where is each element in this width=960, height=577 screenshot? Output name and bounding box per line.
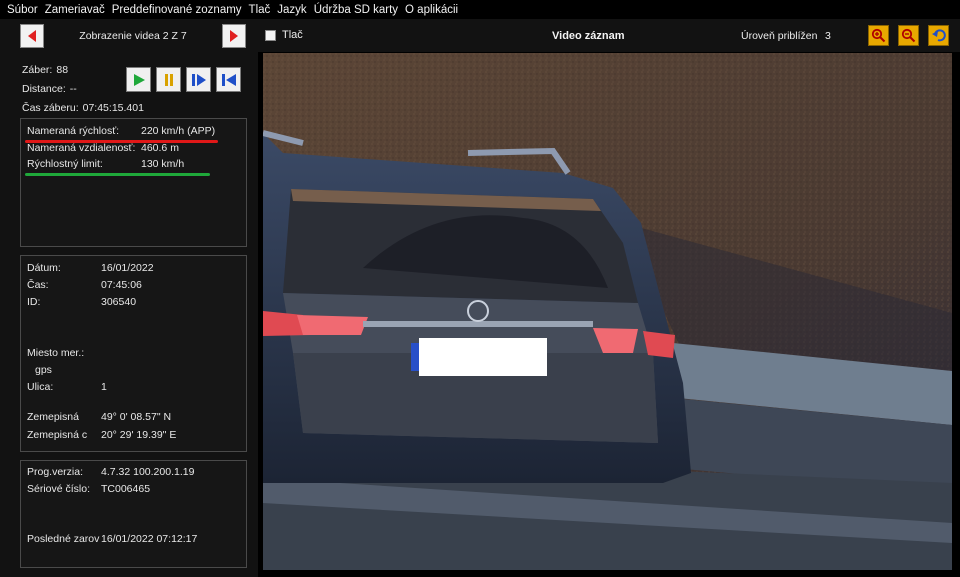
- location-value: gps: [35, 364, 52, 376]
- skip-to-start-icon: [221, 73, 236, 86]
- next-video-button[interactable]: [222, 24, 246, 48]
- print-checkbox[interactable]: [265, 30, 276, 41]
- menu-sd-maintenance[interactable]: Údržba SD karty: [311, 4, 401, 16]
- zoom-level-value: 3: [825, 30, 831, 42]
- video-frame[interactable]: [263, 53, 952, 570]
- step-forward-icon: [191, 73, 206, 86]
- serial-number-label: Sériové číslo:: [27, 483, 91, 495]
- arrow-right-icon: [230, 30, 238, 42]
- date-label: Dátum:: [27, 262, 61, 274]
- measured-distance-label: Nameraná vzdialenosť:: [27, 142, 136, 154]
- skip-to-start-button[interactable]: [216, 67, 241, 92]
- date-value: 16/01/2022: [101, 262, 154, 274]
- menu-sight[interactable]: Zameriavač: [42, 4, 108, 16]
- menu-file[interactable]: Súbor: [4, 4, 41, 16]
- measured-speed-label: Nameraná rýchlosť:: [27, 125, 120, 137]
- serial-number-row: Sériové číslo: TC006465: [27, 483, 150, 495]
- distance-value: --: [69, 83, 77, 95]
- latitude-label: Zemepisná: [27, 411, 79, 423]
- menu-predefined-lists[interactable]: Preddefinované zoznamy: [109, 4, 245, 16]
- last-alignment-label: Posledné zarov: [27, 533, 100, 545]
- id-value: 306540: [101, 296, 137, 308]
- video-toolbar: Tlač Video záznam Úroveň priblížen 3: [258, 19, 960, 52]
- location-label: Miesto mer.:: [27, 347, 85, 359]
- vehicle-image: [263, 53, 952, 570]
- measured-distance-value: 460.6 m: [141, 142, 179, 154]
- print-checkbox-label[interactable]: Tlač: [282, 29, 303, 41]
- zoom-in-button[interactable]: [868, 25, 889, 46]
- frame-label: Záber:: [22, 64, 53, 76]
- menu-about[interactable]: O aplikácii: [402, 4, 461, 16]
- frame-value: 88: [56, 64, 69, 76]
- step-forward-button[interactable]: [186, 67, 211, 92]
- measured-speed-value: 220 km/h (APP): [141, 125, 216, 137]
- latitude-value: 49° 0' 08.57" N: [101, 411, 172, 423]
- zoom-level-label: Úroveň priblížen: [741, 30, 818, 42]
- speed-limit-row: Rýchlostný limit: 130 km/h: [27, 158, 184, 170]
- limit-underline: [25, 173, 210, 176]
- measurement-panel: Nameraná rýchlosť: 220 km/h (APP) Namera…: [20, 118, 247, 247]
- speed-limit-value: 130 km/h: [141, 158, 185, 170]
- distance-label: Distance:: [22, 83, 66, 95]
- speed-limit-label: Rýchlostný limit:: [27, 158, 103, 170]
- program-version-row: Prog.verzia: 4.7.32 100.200.1.19: [27, 466, 194, 478]
- undo-icon: [932, 29, 946, 42]
- zoom-out-icon: [901, 28, 916, 43]
- id-row: ID: 306540: [27, 296, 136, 308]
- prev-video-button[interactable]: [20, 24, 44, 48]
- street-label: Ulica:: [27, 381, 54, 393]
- version-panel: Prog.verzia: 4.7.32 100.200.1.19 Sériové…: [20, 460, 247, 568]
- program-version-value: 4.7.32 100.200.1.19: [101, 466, 195, 478]
- video-counter: Zobrazenie videa 2 Z 7: [79, 30, 187, 42]
- playback-controls: [126, 67, 241, 92]
- play-button[interactable]: [126, 67, 151, 92]
- latitude-row: Zemepisná 49° 0' 08.57" N: [27, 411, 171, 423]
- video-title: Video záznam: [552, 30, 625, 42]
- pause-icon: [164, 73, 173, 86]
- menu-language[interactable]: Jazyk: [274, 4, 309, 16]
- program-version-label: Prog.verzia:: [27, 466, 84, 478]
- video-navigation: Zobrazenie videa 2 Z 7: [18, 24, 248, 48]
- street-value: 1: [101, 381, 107, 393]
- play-icon: [133, 73, 145, 86]
- last-alignment-value: 16/01/2022 07:12:17: [101, 533, 198, 545]
- left-panel: Zobrazenie videa 2 Z 7 Záber: 88 Distance…: [0, 19, 258, 577]
- menu-print[interactable]: Tlač: [246, 4, 274, 16]
- date-row: Dátum: 16/01/2022: [27, 262, 154, 274]
- frame-time-label: Čas záberu:: [22, 102, 79, 114]
- id-label: ID:: [27, 296, 41, 308]
- serial-number-value: TC006465: [101, 483, 151, 495]
- longitude-value: 20° 29' 19.39" E: [101, 429, 177, 441]
- details-panel: Dátum: 16/01/2022 Čas: 07:45:06 ID: 3065…: [20, 255, 247, 452]
- frame-time-value: 07:45:15.401: [82, 102, 144, 114]
- time-value: 07:45:06: [101, 279, 142, 291]
- location-row: Miesto mer.:: [27, 347, 84, 359]
- menu-bar: Súbor Zameriavač Preddefinované zoznamy …: [0, 0, 960, 19]
- street-row: Ulica: 1: [27, 381, 107, 393]
- last-alignment-row: Posledné zarov 16/01/2022 07:12:17: [27, 533, 197, 545]
- longitude-label: Zemepisná c: [27, 429, 88, 441]
- zoom-out-button[interactable]: [898, 25, 919, 46]
- arrow-left-icon: [28, 30, 36, 42]
- time-row: Čas: 07:45:06: [27, 279, 142, 291]
- measured-distance-row: Nameraná vzdialenosť: 460.6 m: [27, 142, 179, 154]
- zoom-in-icon: [871, 28, 886, 43]
- longitude-row: Zemepisná c 20° 29' 19.39" E: [27, 429, 176, 441]
- measured-speed-row: Nameraná rýchlosť: 220 km/h (APP): [27, 125, 215, 137]
- pause-button[interactable]: [156, 67, 181, 92]
- time-label: Čas:: [27, 279, 49, 291]
- undo-button[interactable]: [928, 25, 949, 46]
